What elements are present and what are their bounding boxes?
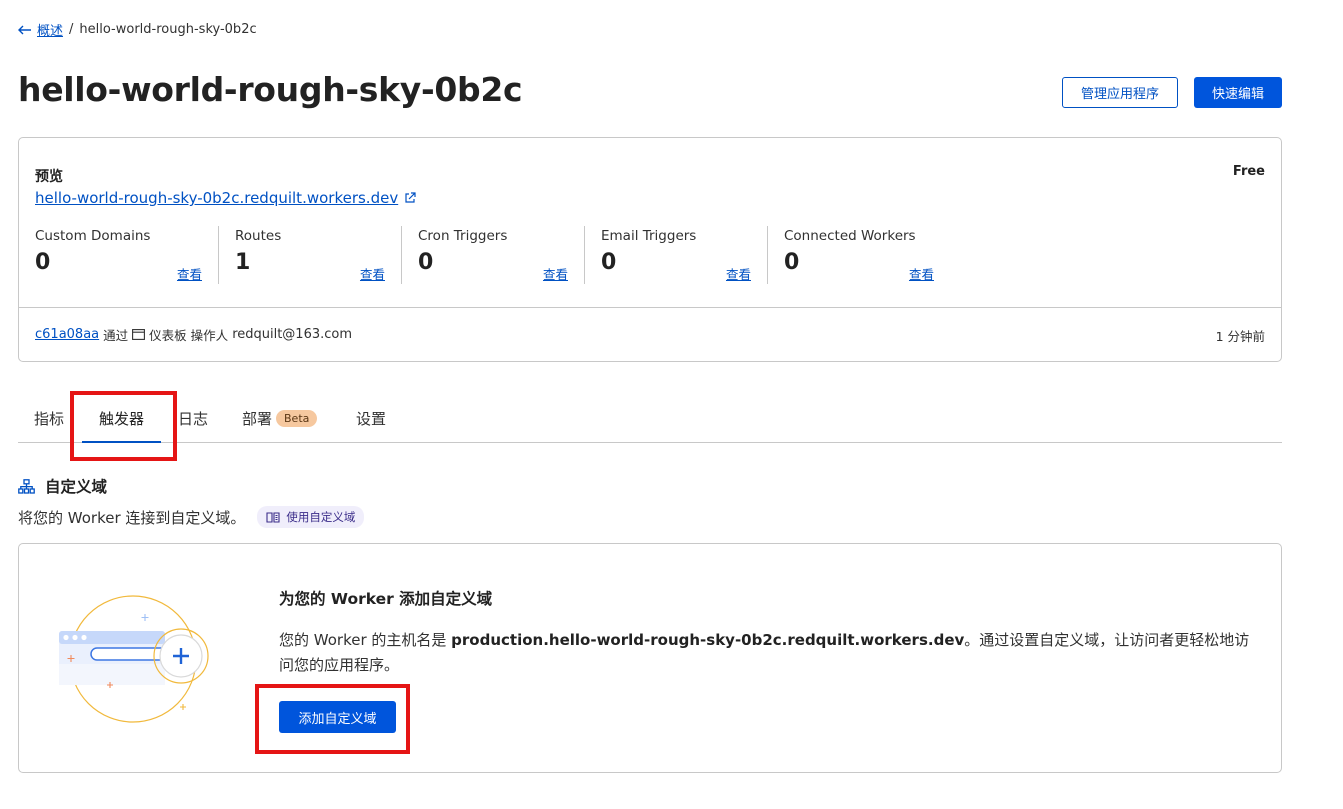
stat-label: Connected Workers (784, 228, 916, 244)
stat-value: 0 (35, 250, 51, 275)
stats-row: Custom Domains 0 查看 Routes 1 查看 Cron Tri… (35, 226, 950, 284)
empty-state-heading: 为您的 Worker 添加自定义域 (279, 590, 493, 608)
preview-url[interactable]: hello-world-rough-sky-0b2c.redquilt.work… (35, 189, 398, 207)
stat-label: Email Triggers (601, 228, 697, 244)
plan-badge: Free (1232, 164, 1265, 179)
tab-bar: 指标 触发器 日志 部署 Beta 设置 (18, 392, 1282, 443)
docs-link-label[interactable]: 使用自定义域 (286, 509, 355, 525)
stat-value: 0 (418, 250, 434, 275)
beta-badge: Beta (276, 410, 318, 427)
tab-deployments-label: 部署 (242, 410, 273, 428)
breadcrumb: 概述 / hello-world-rough-sky-0b2c (18, 20, 257, 39)
view-email-triggers-link[interactable]: 查看 (726, 264, 751, 283)
view-custom-domains-link[interactable]: 查看 (177, 264, 202, 283)
worker-hostname: production.hello-world-rough-sky-0b2c.re… (451, 631, 965, 649)
deploy-source: 仪表板 (149, 328, 187, 343)
tab-deployments[interactable]: 部署 Beta (242, 408, 318, 443)
stat-value: 1 (235, 250, 251, 275)
sitemap-icon (18, 478, 35, 494)
breadcrumb-back-link[interactable]: 概述 (18, 20, 63, 39)
stat-label: Routes (235, 228, 282, 244)
stat-email-triggers: Email Triggers 0 查看 (584, 226, 767, 284)
description-text: 将您的 Worker 连接到自定义域。 (18, 508, 246, 527)
preview-url-link[interactable]: hello-world-rough-sky-0b2c.redquilt.work… (35, 189, 416, 207)
manage-application-button[interactable]: 管理应用程序 (1062, 77, 1178, 108)
book-icon (266, 511, 280, 523)
stat-connected-workers: Connected Workers 0 查看 (767, 226, 950, 284)
custom-domain-illustration-icon (59, 595, 209, 723)
docs-link-chip[interactable]: 使用自定义域 (257, 506, 365, 528)
highlight-box-add-button (255, 684, 410, 754)
dashboard-icon (132, 329, 146, 340)
quick-edit-button[interactable]: 快速编辑 (1194, 77, 1282, 108)
highlight-box-triggers-tab (70, 391, 177, 461)
arrow-left-icon (18, 25, 31, 34)
stat-value: 0 (784, 250, 800, 275)
empty-state-body: 您的 Worker 的主机名是 production.hello-world-r… (279, 628, 1259, 678)
custom-domains-description: 将您的 Worker 连接到自定义域。 使用自定义域 (18, 506, 365, 528)
external-link-icon (405, 192, 416, 203)
tab-settings[interactable]: 设置 (356, 408, 386, 443)
add-custom-domain-card: 为您的 Worker 添加自定义域 您的 Worker 的主机名是 produc… (18, 543, 1282, 773)
breadcrumb-separator: / (69, 22, 74, 37)
breadcrumb-back-label[interactable]: 概述 (37, 20, 63, 39)
stat-custom-domains: Custom Domains 0 查看 (35, 226, 218, 284)
stat-cron-triggers: Cron Triggers 0 查看 (401, 226, 584, 284)
deploy-via-label: 通过 (103, 328, 129, 343)
tab-logs[interactable]: 日志 (178, 408, 208, 443)
page-title: hello-world-rough-sky-0b2c (18, 70, 523, 109)
stat-routes: Routes 1 查看 (218, 226, 401, 284)
view-connected-workers-link[interactable]: 查看 (909, 264, 934, 283)
stat-value: 0 (601, 250, 617, 275)
custom-domains-title: 自定义域 (18, 475, 107, 497)
stat-label: Cron Triggers (418, 228, 508, 244)
view-cron-triggers-link[interactable]: 查看 (543, 264, 568, 283)
commit-hash-link[interactable]: c61a08aa (35, 327, 99, 342)
deploy-time: 1 分钟前 (1215, 329, 1265, 344)
breadcrumb-current: hello-world-rough-sky-0b2c (79, 22, 257, 37)
deployment-info: c61a08aa 通过 仪表板 操作人 redquilt@163.com (35, 325, 352, 344)
preview-label: 预览 (35, 169, 63, 185)
tab-metrics[interactable]: 指标 (34, 408, 64, 443)
section-title-text: 自定义域 (45, 478, 108, 496)
stat-label: Custom Domains (35, 228, 151, 244)
view-routes-link[interactable]: 查看 (360, 264, 385, 283)
operator-label: 操作人 (190, 328, 229, 343)
card-divider (19, 307, 1281, 308)
operator-email: redquilt@163.com (232, 327, 353, 342)
body-prefix: 您的 Worker 的主机名是 (279, 631, 447, 649)
worker-overview-card: 预览 hello-world-rough-sky-0b2c.redquilt.w… (18, 137, 1282, 362)
